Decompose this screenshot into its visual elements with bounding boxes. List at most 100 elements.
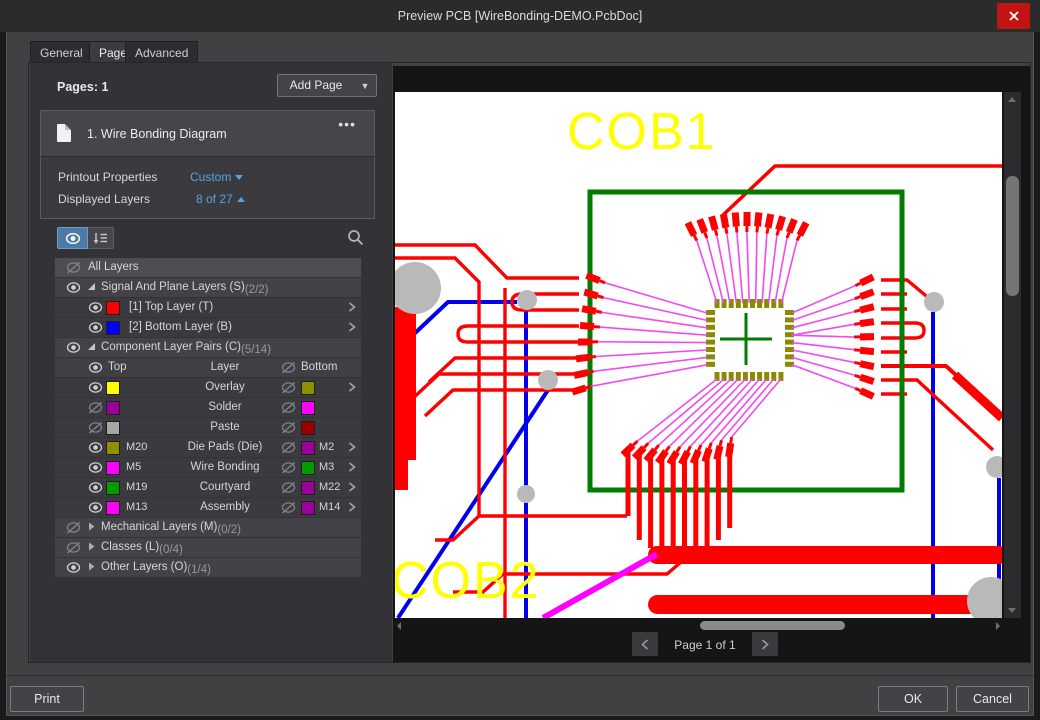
visibility-toggle-icon[interactable] [66, 561, 81, 577]
print-button[interactable]: Print [10, 686, 84, 712]
collapsed-triangle-icon[interactable] [86, 521, 97, 535]
bottom-visibility-toggle-icon[interactable] [281, 361, 296, 377]
layer-options-chevron-icon[interactable] [348, 301, 356, 316]
sort-layers-button[interactable] [88, 227, 114, 249]
add-page-button[interactable]: Add Page [277, 74, 355, 97]
top-visibility-toggle-icon[interactable] [88, 361, 103, 377]
top-visibility-toggle-icon[interactable] [88, 461, 103, 477]
layer-options-chevron-icon[interactable] [348, 501, 356, 516]
visibility-toggle-icon[interactable] [88, 301, 103, 317]
top-visibility-toggle-icon[interactable] [88, 381, 103, 397]
bottom-layer-color-swatch[interactable] [301, 401, 315, 415]
vertical-scroll-thumb[interactable] [1006, 176, 1019, 296]
bottom-layer-color-swatch[interactable] [301, 381, 315, 395]
bottom-layer-color-swatch[interactable] [301, 421, 315, 435]
page-list-item[interactable]: 1. Wire Bonding Diagram ••• [40, 110, 375, 157]
add-page-dropdown[interactable]: ▼ [354, 74, 377, 97]
layer-row[interactable]: [1] Top Layer (T) [55, 298, 361, 317]
layer-pair-row[interactable]: M13AssemblyM14 [55, 498, 361, 517]
bottom-visibility-toggle-icon[interactable] [281, 441, 296, 457]
layer-options-chevron-icon[interactable] [348, 461, 356, 476]
bottom-layer-color-swatch[interactable] [301, 461, 315, 475]
visibility-toggle-icon[interactable] [88, 321, 103, 337]
layer-group-row[interactable]: Component Layer Pairs (C) (5/14) [55, 338, 361, 357]
visibility-toggle-icon[interactable] [66, 281, 81, 297]
visibility-mode-button[interactable] [57, 227, 88, 249]
tab-advanced[interactable]: Advanced [125, 41, 198, 63]
top-visibility-toggle-icon[interactable] [88, 481, 103, 497]
scroll-up-icon[interactable] [1008, 97, 1016, 102]
layer-options-chevron-icon[interactable] [348, 321, 356, 336]
pair-row-label: Wire Bonding [165, 461, 285, 473]
page-item-menu-icon[interactable]: ••• [338, 116, 356, 132]
visibility-toggle-icon[interactable] [66, 341, 81, 357]
displayed-layers-dropdown[interactable]: 8 of 27 [196, 192, 245, 206]
layer-options-chevron-icon[interactable] [348, 381, 356, 396]
next-page-button[interactable] [752, 632, 778, 656]
layer-pair-row[interactable]: Solder [55, 398, 361, 417]
layer-row-all-layers[interactable]: All Layers [55, 258, 361, 277]
visibility-toggle-icon[interactable] [66, 541, 81, 557]
layer-options-chevron-icon[interactable] [348, 441, 356, 456]
top-layer-color-swatch[interactable] [106, 441, 120, 455]
preview-vertical-scrollbar[interactable] [1004, 92, 1021, 618]
prev-page-button[interactable] [632, 632, 658, 656]
bottom-layer-color-swatch[interactable] [301, 481, 315, 495]
top-visibility-toggle-icon[interactable] [88, 441, 103, 457]
top-layer-color-swatch[interactable] [106, 501, 120, 515]
layer-color-swatch[interactable] [106, 321, 120, 335]
tab-general[interactable]: General [30, 41, 93, 63]
visibility-toggle-icon[interactable] [66, 261, 81, 277]
bottom-visibility-toggle-icon[interactable] [281, 401, 296, 417]
expanded-triangle-icon[interactable] [86, 281, 97, 295]
top-layer-color-swatch[interactable] [106, 381, 120, 395]
top-layer-color-swatch[interactable] [106, 421, 120, 435]
layer-group-row[interactable]: Other Layers (O) (1/4) [55, 558, 361, 577]
layer-group-count: (5/14) [241, 344, 271, 356]
layer-pair-header-row[interactable]: TopLayerBottom [55, 358, 361, 377]
layer-options-chevron-icon[interactable] [348, 481, 356, 496]
scroll-left-icon[interactable] [397, 622, 401, 630]
layer-pair-row[interactable]: Paste [55, 418, 361, 437]
preview-horizontal-scrollbar[interactable] [395, 619, 1002, 632]
bottom-visibility-toggle-icon[interactable] [281, 381, 296, 397]
cancel-button[interactable]: Cancel [956, 686, 1029, 712]
bottom-layer-color-swatch[interactable] [301, 501, 315, 515]
layer-group-row[interactable]: Signal And Plane Layers (S) (2/2) [55, 278, 361, 297]
bottom-visibility-toggle-icon[interactable] [281, 421, 296, 437]
bottom-visibility-toggle-icon[interactable] [281, 481, 296, 497]
layer-group-label: Signal And Plane Layers (S) (2/2) [101, 281, 245, 293]
collapsed-triangle-icon[interactable] [86, 561, 97, 575]
layer-group-row[interactable]: Mechanical Layers (M) (0/2) [55, 518, 361, 537]
collapsed-triangle-icon[interactable] [86, 541, 97, 555]
layer-group-row[interactable]: Classes (L) (0/4) [55, 538, 361, 557]
page-icon [57, 124, 71, 142]
top-layer-color-swatch[interactable] [106, 461, 120, 475]
bottom-visibility-toggle-icon[interactable] [281, 501, 296, 517]
layer-pair-row[interactable]: M20Die Pads (Die)M2 [55, 438, 361, 457]
top-visibility-toggle-icon[interactable] [88, 421, 103, 437]
printout-properties-dropdown[interactable]: Custom [190, 170, 243, 184]
wire-bond-fans [572, 212, 874, 558]
layer-row[interactable]: [2] Bottom Layer (B) [55, 318, 361, 337]
top-layer-color-swatch[interactable] [106, 481, 120, 495]
scroll-right-icon[interactable] [996, 622, 1000, 630]
expanded-triangle-icon[interactable] [86, 341, 97, 355]
top-layer-color-swatch[interactable] [106, 401, 120, 415]
layer-pair-row[interactable]: M5Wire BondingM3 [55, 458, 361, 477]
layer-color-swatch[interactable] [106, 301, 120, 315]
top-layer-name: M13 [126, 501, 147, 513]
bottom-layer-color-swatch[interactable] [301, 441, 315, 455]
top-visibility-toggle-icon[interactable] [88, 401, 103, 417]
scroll-down-icon[interactable] [1008, 608, 1016, 613]
layer-pair-row[interactable]: M19CourtyardM22 [55, 478, 361, 497]
close-button[interactable] [997, 3, 1030, 29]
top-visibility-toggle-icon[interactable] [88, 501, 103, 517]
bottom-visibility-toggle-icon[interactable] [281, 461, 296, 477]
ok-button[interactable]: OK [878, 686, 948, 712]
visibility-toggle-icon[interactable] [66, 521, 81, 537]
horizontal-scroll-thumb[interactable] [700, 621, 845, 630]
pcb-preview-canvas: COB1 COB2 [395, 92, 1002, 618]
layer-pair-row[interactable]: Overlay [55, 378, 361, 397]
search-icon[interactable] [347, 229, 364, 251]
